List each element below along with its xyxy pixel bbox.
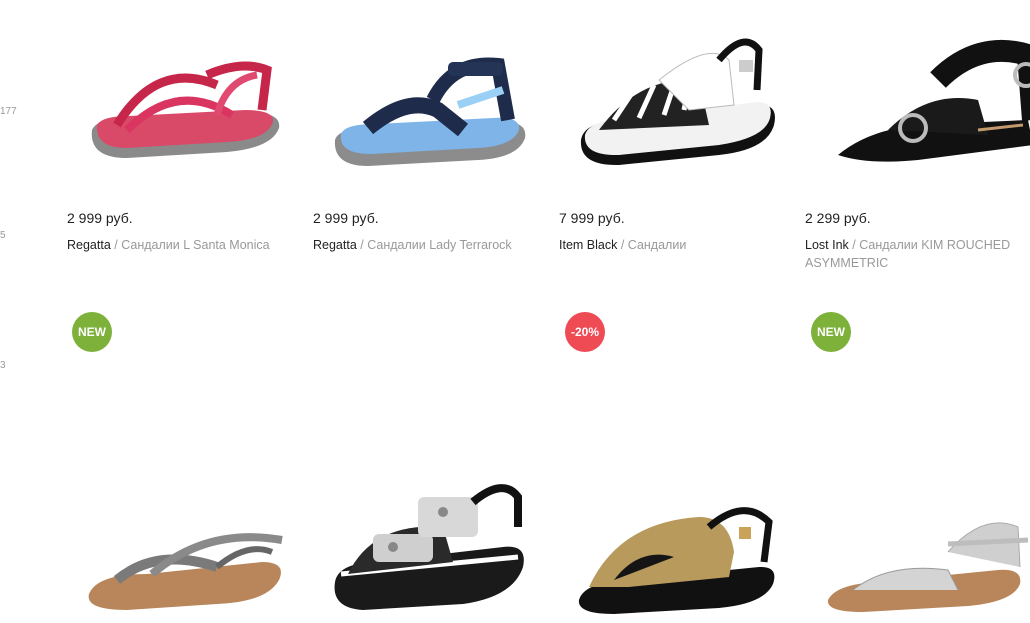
product-image[interactable] (67, 312, 297, 622)
filter-count: 177 (0, 106, 17, 117)
product-title[interactable]: Regatta / Сандалии L Santa Monica (67, 236, 307, 254)
product-price: 7 999 руб. (559, 210, 625, 226)
product-title[interactable]: Regatta / Сандалии Lady Terrarock (313, 236, 553, 254)
title-separator: / (848, 238, 860, 252)
title-separator: / (110, 238, 122, 252)
product-model[interactable]: Сандалии L Santa Monica (121, 238, 269, 252)
product-model[interactable]: Сандалии Lady Terrarock (367, 238, 511, 252)
product-image[interactable] (820, 0, 1030, 190)
product-price: 2 299 руб. (805, 210, 871, 226)
product-image[interactable] (313, 312, 543, 622)
filter-count: 5 (0, 230, 6, 241)
product-title[interactable]: Item Black / Сандалии (559, 236, 799, 254)
product-image[interactable] (805, 312, 1030, 622)
title-separator: / (356, 238, 368, 252)
product-image[interactable] (559, 312, 789, 622)
product-brand[interactable]: Lost Ink (805, 238, 849, 252)
product-price: 2 999 руб. (67, 210, 133, 226)
product-image[interactable] (308, 0, 538, 190)
product-price: 2 999 руб. (313, 210, 379, 226)
product-model[interactable]: Сандалии (628, 238, 687, 252)
title-separator: / (617, 238, 628, 252)
product-title[interactable]: Lost Ink / Сандалии KIM ROUCHED ASYMMETR… (805, 236, 1030, 272)
product-brand[interactable]: Regatta (313, 238, 357, 252)
product-image[interactable] (554, 0, 784, 190)
filter-count: 3 (0, 360, 6, 371)
product-brand[interactable]: Regatta (67, 238, 111, 252)
product-image[interactable] (62, 0, 292, 190)
product-brand[interactable]: Item Black (559, 238, 617, 252)
